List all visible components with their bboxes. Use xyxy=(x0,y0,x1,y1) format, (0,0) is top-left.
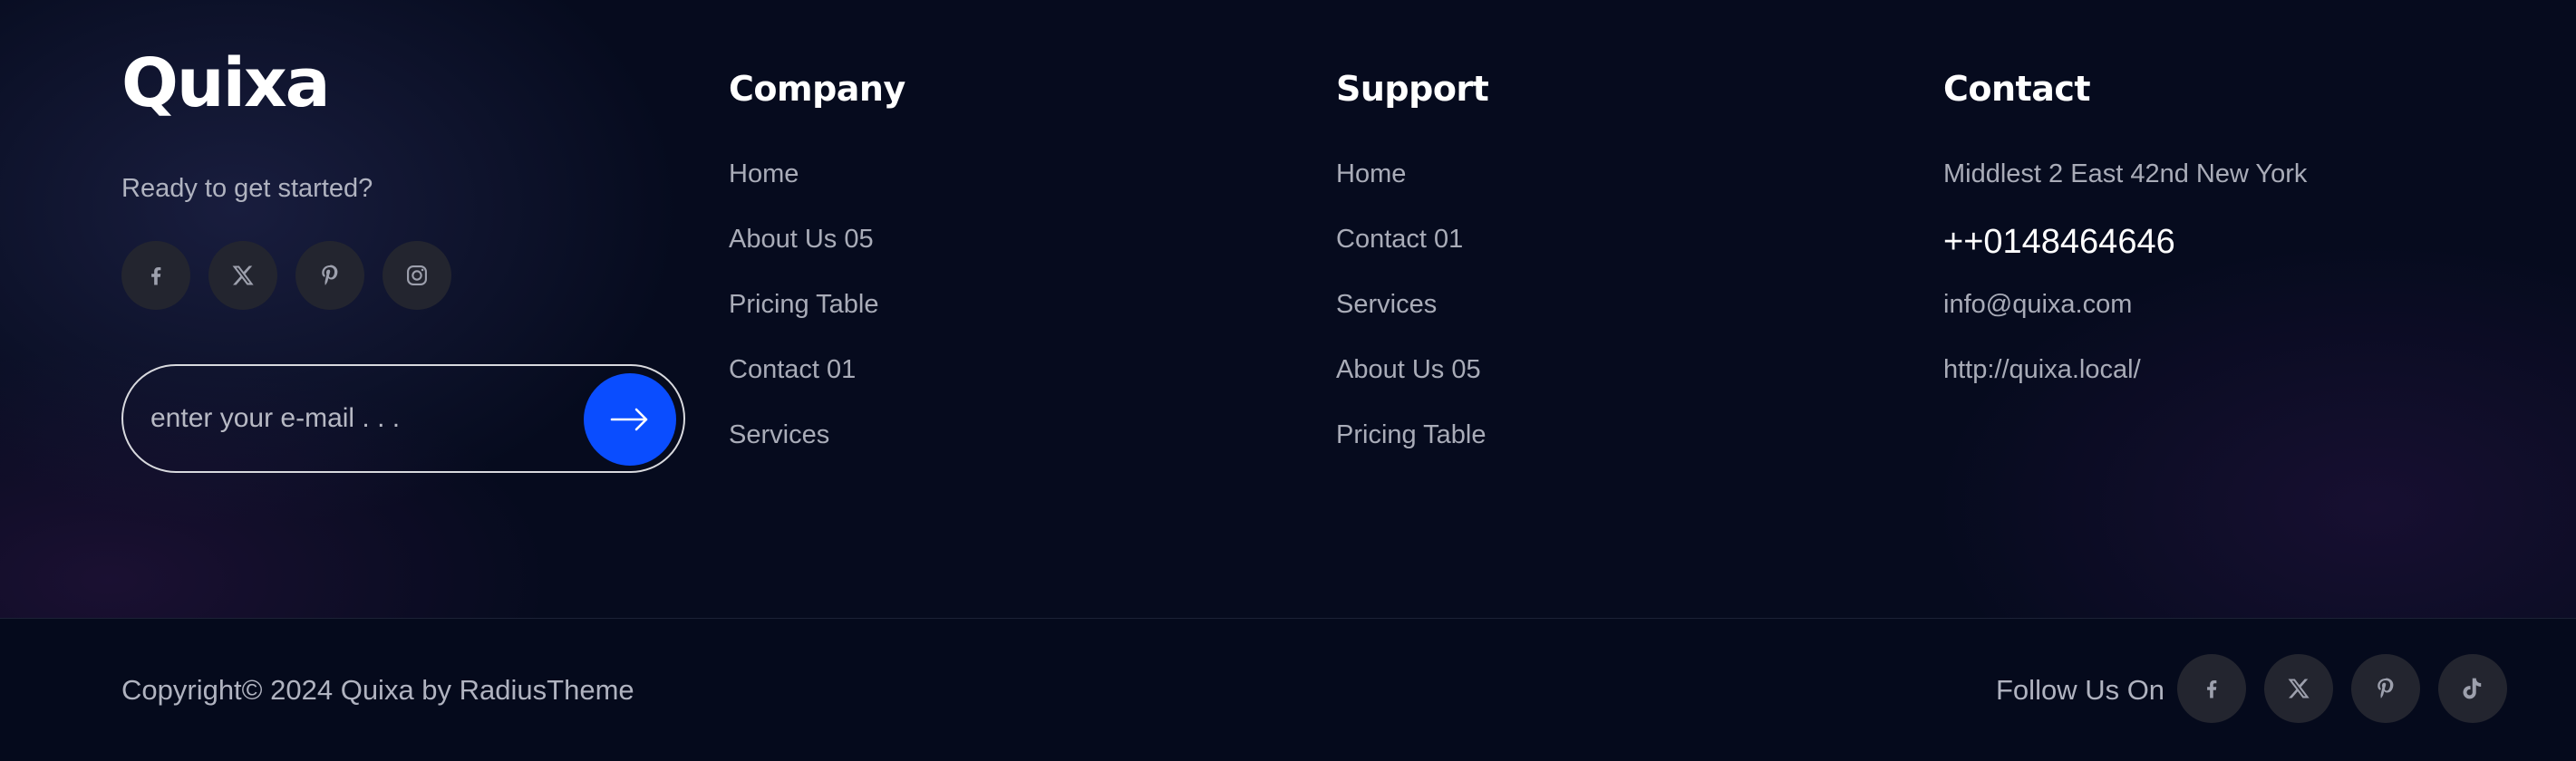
contact-website: http://quixa.local/ xyxy=(1943,353,2307,419)
support-link-home[interactable]: Home xyxy=(1336,159,1406,188)
instagram-button[interactable] xyxy=(383,241,451,310)
company-link-contact[interactable]: Contact 01 xyxy=(729,355,856,384)
list-item: Services xyxy=(729,419,905,484)
support-links: Home Contact 01 Services About Us 05 Pri… xyxy=(1336,158,1488,484)
facebook-icon xyxy=(2207,680,2217,698)
contact-column: Contact Middlest 2 East 42nd New York ++… xyxy=(1943,65,2307,419)
company-links: Home About Us 05 Pricing Table Contact 0… xyxy=(729,158,905,484)
copyright-text: Copyright© 2024 Quixa by RadiusTheme xyxy=(121,674,634,706)
support-heading: Support xyxy=(1336,69,1489,109)
company-link-home[interactable]: Home xyxy=(729,159,799,188)
pinterest-icon xyxy=(2377,678,2394,698)
subscribe-button[interactable] xyxy=(584,373,676,466)
support-link-contact[interactable]: Contact 01 xyxy=(1336,225,1463,254)
x-twitter-icon xyxy=(232,265,254,285)
pinterest-button[interactable] xyxy=(2351,654,2420,723)
list-item: Home xyxy=(729,158,905,223)
email-link[interactable]: info@quixa.com xyxy=(1943,290,2132,319)
footer-social-links xyxy=(2177,654,2507,723)
pinterest-button[interactable] xyxy=(295,241,364,310)
brand-logo[interactable]: Quixa xyxy=(121,47,331,120)
follow-us-label: Follow Us On xyxy=(1996,674,2165,706)
x-twitter-button[interactable] xyxy=(208,241,277,310)
contact-address: Middlest 2 East 42nd New York xyxy=(1943,159,2308,188)
contact-heading: Contact xyxy=(1943,69,2091,109)
company-link-about[interactable]: About Us 05 xyxy=(729,225,874,254)
newsletter-form xyxy=(121,364,685,473)
contact-details: Middlest 2 East 42nd New York ++01484646… xyxy=(1943,158,2307,419)
list-item: Pricing Table xyxy=(1336,419,1488,484)
brand-tagline: Ready to get started? xyxy=(121,174,373,203)
contact-email: info@quixa.com xyxy=(1943,288,2307,353)
arrow-right-icon xyxy=(610,408,648,431)
tiktok-button[interactable] xyxy=(2438,654,2507,723)
website-link[interactable]: http://quixa.local/ xyxy=(1943,355,2141,384)
contact-phone: ++0148464646 xyxy=(1943,223,2307,288)
email-input[interactable] xyxy=(150,393,540,444)
phone-link[interactable]: ++0148464646 xyxy=(1943,223,2175,261)
list-item: Contact 01 xyxy=(729,353,905,419)
list-item: Contact 01 xyxy=(1336,223,1488,288)
brand-social-links xyxy=(121,241,451,310)
list-item: About Us 05 xyxy=(729,223,905,288)
x-twitter-icon xyxy=(2288,679,2310,698)
facebook-button[interactable] xyxy=(121,241,190,310)
list-item: Pricing Table xyxy=(729,288,905,353)
support-link-about[interactable]: About Us 05 xyxy=(1336,355,1481,384)
tiktok-icon xyxy=(2463,678,2482,699)
support-link-pricing[interactable]: Pricing Table xyxy=(1336,420,1487,449)
support-column: Support Home Contact 01 Services About U… xyxy=(1336,65,1489,484)
instagram-icon xyxy=(407,265,427,285)
pinterest-icon xyxy=(322,265,338,285)
x-twitter-button[interactable] xyxy=(2264,654,2333,723)
facebook-icon xyxy=(151,267,161,285)
support-link-services[interactable]: Services xyxy=(1336,290,1437,319)
company-link-services[interactable]: Services xyxy=(729,420,829,449)
list-item: Services xyxy=(1336,288,1488,353)
company-link-pricing[interactable]: Pricing Table xyxy=(729,290,879,319)
company-column: Company Home About Us 05 Pricing Table C… xyxy=(729,65,905,484)
list-item: About Us 05 xyxy=(1336,353,1488,419)
company-heading: Company xyxy=(729,69,905,109)
list-item: Home xyxy=(1336,158,1488,223)
facebook-button[interactable] xyxy=(2177,654,2246,723)
